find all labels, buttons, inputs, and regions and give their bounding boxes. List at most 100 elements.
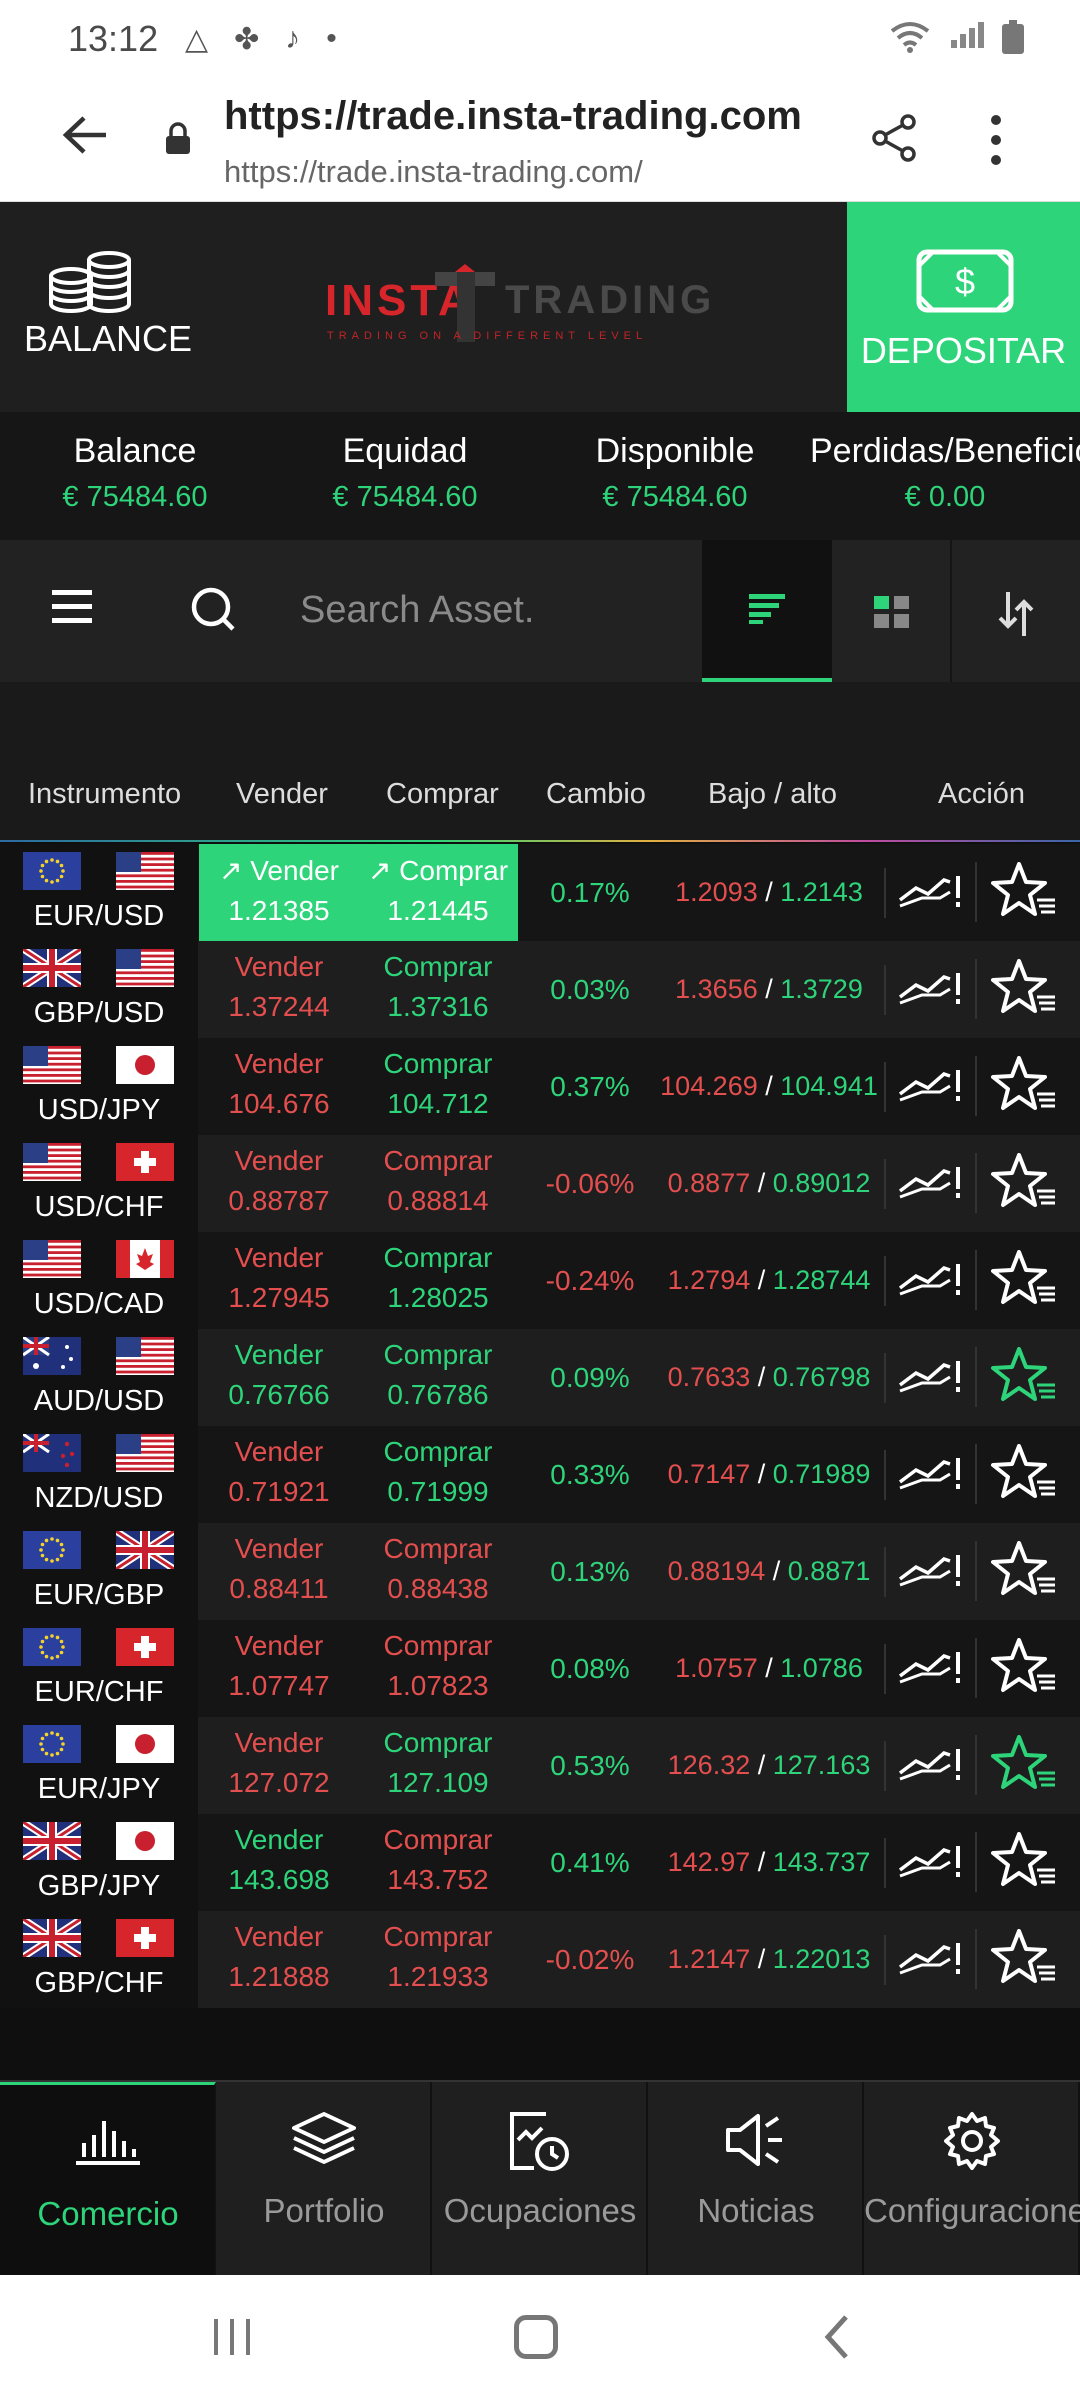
buy-button[interactable]: Comprar 127.109 (358, 1717, 518, 1814)
instrument-cell[interactable]: USD/JPY (0, 1038, 198, 1135)
sell-button[interactable]: ↗ Vender 1.21385 (199, 844, 359, 941)
sell-button[interactable]: Vender 143.698 (199, 1814, 359, 1911)
instrument-row[interactable]: GBP/CHF Vender 1.21888 Comprar 1.21933 -0.02%… (0, 1911, 1080, 2008)
sell-button[interactable]: Vender 127.072 (199, 1717, 359, 1814)
instrument-cell[interactable]: EUR/CHF (0, 1620, 198, 1717)
buy-button[interactable]: Comprar 1.21933 (358, 1911, 518, 2008)
buy-button[interactable]: Comprar 104.712 (358, 1038, 518, 1135)
instrument-row[interactable]: USD/CAD Vender 1.27945 Comprar 1.28025 -0.24%… (0, 1232, 1080, 1329)
chart-button[interactable] (884, 868, 972, 918)
recent-apps-icon[interactable] (212, 2317, 252, 2357)
sell-button[interactable]: Vender 0.76766 (199, 1329, 359, 1426)
sell-button[interactable]: Vender 0.71921 (199, 1426, 359, 1523)
instrument-cell[interactable]: GBP/JPY (0, 1814, 198, 1911)
favorite-button[interactable] (975, 1250, 1070, 1310)
instrument-cell[interactable]: EUR/JPY (0, 1717, 198, 1814)
col-instrument: Instrumento (28, 778, 182, 810)
more-vert-icon[interactable] (990, 114, 1002, 166)
list-view-button[interactable] (702, 540, 832, 682)
instrument-cell[interactable]: EUR/USD (0, 844, 198, 941)
sell-button[interactable]: Vender 1.21888 (199, 1911, 359, 2008)
instrument-cell[interactable]: AUD/USD (0, 1329, 198, 1426)
balance-button[interactable]: BALANCE (0, 202, 192, 412)
tab-comercio[interactable]: Comercio (0, 2082, 216, 2277)
chart-button[interactable] (884, 1644, 972, 1694)
instrument-row[interactable]: EUR/USD ↗ Vender 1.21385 ↗ Comprar 1.21445 0.… (0, 844, 1080, 941)
favorite-button[interactable] (975, 862, 1070, 922)
tab-configuraciones[interactable]: Configuraciones (864, 2082, 1080, 2277)
sell-button[interactable]: Vender 0.88411 (199, 1523, 359, 1620)
buy-button[interactable]: ↗ Comprar 1.21445 (358, 844, 518, 941)
sell-button[interactable]: Vender 104.676 (199, 1038, 359, 1135)
favorite-button[interactable] (975, 1638, 1070, 1698)
instrument-cell[interactable]: USD/CHF (0, 1135, 198, 1232)
home-icon[interactable] (514, 2315, 558, 2359)
favorite-button[interactable] (975, 1832, 1070, 1892)
instrument-row[interactable]: USD/CHF Vender 0.88787 Comprar 0.88814 -0.06%… (0, 1135, 1080, 1232)
favorite-button[interactable] (975, 1056, 1070, 1116)
instrument-row[interactable]: GBP/JPY Vender 143.698 Comprar 143.752 0.41% 1… (0, 1814, 1080, 1911)
instrument-cell[interactable]: GBP/CHF (0, 1911, 198, 2008)
chart-button[interactable] (884, 1062, 972, 1112)
deposit-button[interactable]: $ DEPOSITAR (847, 202, 1080, 412)
search-icon[interactable] (190, 586, 236, 632)
favorite-button[interactable] (975, 1929, 1070, 1989)
chart-button[interactable] (884, 1838, 972, 1888)
page-title[interactable]: https://trade.insta-trading.com (224, 94, 802, 139)
change-percent: 0.33% (550, 1459, 630, 1490)
chart-button[interactable] (884, 1935, 972, 1985)
back-nav-icon[interactable] (822, 2313, 852, 2361)
share-icon[interactable] (868, 112, 920, 164)
search-input[interactable] (300, 580, 690, 640)
buy-button[interactable]: Comprar 0.88438 (358, 1523, 518, 1620)
instrument-cell[interactable]: USD/CAD (0, 1232, 198, 1329)
buy-button[interactable]: Comprar 1.28025 (358, 1232, 518, 1329)
sell-button[interactable]: Vender 0.88787 (199, 1135, 359, 1232)
favorite-button[interactable] (975, 1735, 1070, 1795)
favorite-button[interactable] (975, 1347, 1070, 1407)
hamburger-menu-icon[interactable] (52, 590, 92, 624)
page-url[interactable]: https://trade.insta-trading.com/ (224, 154, 643, 190)
instrument-row[interactable]: NZD/USD Vender 0.71921 Comprar 0.71999 0.33% 0… (0, 1426, 1080, 1523)
high-value: 1.3729 (780, 974, 863, 1004)
tab-portfolio[interactable]: Portfolio (216, 2082, 432, 2277)
instrument-cell[interactable]: EUR/GBP (0, 1523, 198, 1620)
buy-button[interactable]: Comprar 0.76786 (358, 1329, 518, 1426)
instrument-row[interactable]: GBP/USD Vender 1.37244 Comprar 1.37316 0.03% 1… (0, 941, 1080, 1038)
instrument-cell[interactable]: GBP/USD (0, 941, 198, 1038)
chart-button[interactable] (884, 1159, 972, 1209)
chart-button[interactable] (884, 1353, 972, 1403)
chart-button[interactable] (884, 1741, 972, 1791)
tab-noticias[interactable]: Noticias (648, 2082, 864, 2277)
favorite-button[interactable] (975, 959, 1070, 1019)
instrument-row[interactable]: EUR/GBP Vender 0.88411 Comprar 0.88438 0.13% 0… (0, 1523, 1080, 1620)
buy-price: 0.88814 (387, 1185, 489, 1216)
sell-button[interactable]: Vender 1.27945 (199, 1232, 359, 1329)
instrument-row[interactable]: USD/JPY Vender 104.676 Comprar 104.712 0.37% 1… (0, 1038, 1080, 1135)
buy-button[interactable]: Comprar 0.88814 (358, 1135, 518, 1232)
sell-button[interactable]: Vender 1.37244 (199, 941, 359, 1038)
back-arrow-icon[interactable] (60, 110, 110, 160)
flag-gb-icon (21, 1916, 83, 1960)
buy-button[interactable]: Comprar 1.37316 (358, 941, 518, 1038)
chart-button[interactable] (884, 965, 972, 1015)
buy-button[interactable]: Comprar 1.07823 (358, 1620, 518, 1717)
favorite-button[interactable] (975, 1153, 1070, 1213)
chart-button[interactable] (884, 1547, 972, 1597)
sort-button[interactable] (950, 540, 1080, 682)
sell-price: 1.07747 (228, 1670, 330, 1701)
favorite-button[interactable] (975, 1444, 1070, 1504)
sell-button[interactable]: Vender 1.07747 (199, 1620, 359, 1717)
instrument-cell[interactable]: NZD/USD (0, 1426, 198, 1523)
favorite-button[interactable] (975, 1541, 1070, 1601)
instrument-row[interactable]: EUR/JPY Vender 127.072 Comprar 127.109 0.53% 1… (0, 1717, 1080, 1814)
buy-button[interactable]: Comprar 0.71999 (358, 1426, 518, 1523)
chart-button[interactable] (884, 1450, 972, 1500)
dot-icon: • (326, 22, 337, 55)
tab-ocupaciones[interactable]: Ocupaciones (432, 2082, 648, 2277)
chart-button[interactable] (884, 1256, 972, 1306)
buy-button[interactable]: Comprar 143.752 (358, 1814, 518, 1911)
grid-view-button[interactable] (832, 540, 950, 682)
instrument-row[interactable]: AUD/USD Vender 0.76766 Comprar 0.76786 0.09% 0… (0, 1329, 1080, 1426)
instrument-row[interactable]: EUR/CHF Vender 1.07747 Comprar 1.07823 0.08% 1… (0, 1620, 1080, 1717)
